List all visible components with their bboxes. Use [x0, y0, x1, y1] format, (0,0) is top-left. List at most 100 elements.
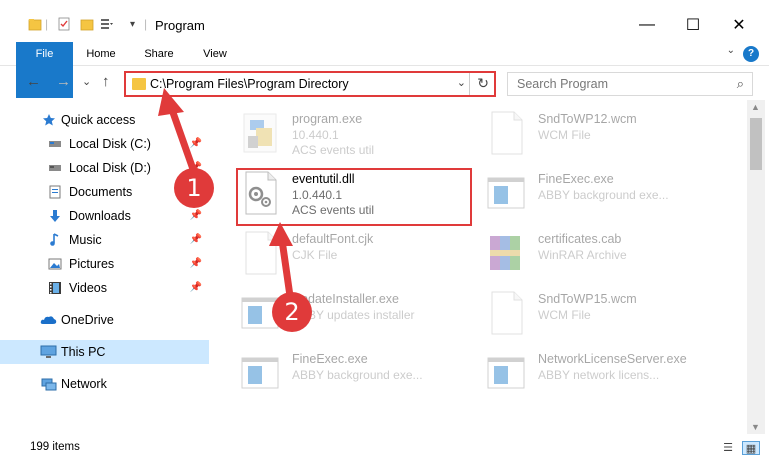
file-name: defaultFont.cjk [292, 232, 374, 246]
forward-button[interactable]: → [56, 73, 71, 90]
blank-file-icon [491, 291, 523, 335]
tab-share[interactable]: Share [136, 42, 182, 66]
pin-icon[interactable]: 📌 [190, 132, 202, 156]
quick-access-dropdown-icon[interactable]: ▾ [130, 19, 135, 30]
address-bar[interactable]: C:\Program Files\Program Directory ⌄ ↻ [124, 71, 496, 97]
sidebar-item-local-disk-c[interactable]: Local Disk (C:) 📌 [0, 132, 210, 156]
file-item[interactable]: FineExec.exe ABBY background exe... [484, 166, 724, 222]
file-item[interactable]: FineExec.exe ABBY background exe... [238, 346, 478, 402]
status-bar: 199 items ☰ ▦ [0, 434, 769, 470]
onedrive-icon [40, 316, 57, 324]
file-name: FineExec.exe [292, 352, 368, 366]
file-name: NetworkLicenseServer.exe [538, 352, 687, 366]
up-button[interactable]: ↑ [102, 73, 110, 90]
sidebar-item-quick-access[interactable]: Quick access [0, 108, 210, 132]
window-title: Program [155, 18, 205, 33]
pin-icon[interactable]: 📌 [190, 228, 202, 252]
maximize-button[interactable]: ☐ [678, 12, 708, 38]
exe-icon [243, 113, 277, 153]
file-detail: ABBY background exe... [292, 368, 423, 382]
title-separator: | [45, 17, 49, 31]
file-detail: CJK File [292, 248, 338, 262]
sidebar-item-label: Local Disk (D:) [69, 161, 151, 175]
file-item[interactable]: NetworkLicenseServer.exe ABBY network li… [484, 346, 724, 402]
navigation-pane: Quick access Local Disk (C:) 📌 Local Dis… [0, 100, 212, 434]
file-detail: ABBY network licens... [538, 368, 660, 382]
scroll-down-icon[interactable]: ▼ [751, 422, 760, 432]
folder-icon [132, 78, 146, 90]
highlight-frame [236, 168, 472, 226]
address-divider [469, 73, 470, 95]
file-detail: WCM File [538, 308, 591, 322]
navigation-bar: ← → ⌄ ↑ C:\Program Files\Program Directo… [0, 66, 769, 100]
sidebar-item-videos[interactable]: Videos 📌 [0, 276, 210, 300]
sidebar-item-network[interactable]: Network [0, 372, 210, 396]
sidebar-item-label: Quick access [61, 113, 136, 127]
drive-icon [49, 141, 61, 147]
sidebar-item-onedrive[interactable]: OneDrive [0, 308, 210, 332]
tab-home[interactable]: Home [78, 42, 124, 66]
help-button[interactable]: ? [743, 46, 759, 62]
videos-icon [49, 282, 61, 294]
sidebar-item-music[interactable]: Music 📌 [0, 228, 210, 252]
file-name: program.exe [292, 112, 363, 126]
vertical-scrollbar[interactable]: ▲ ▼ [747, 100, 765, 434]
app-window-icon [487, 177, 525, 209]
large-icons-view-icon[interactable]: ▦ [742, 441, 760, 455]
tab-view[interactable]: View [193, 42, 237, 66]
new-folder-icon[interactable] [80, 17, 94, 31]
blank-file-icon [491, 111, 523, 155]
scrollbar-thumb[interactable] [750, 118, 762, 170]
blank-file-icon [245, 231, 277, 275]
address-dropdown-icon[interactable]: ⌄ [457, 76, 466, 89]
sidebar-item-this-pc[interactable]: This PC [0, 340, 209, 364]
file-item[interactable]: SndToWP12.wcm WCM File [484, 106, 724, 162]
sidebar-item-label: Music [69, 233, 102, 247]
pc-icon [40, 345, 57, 358]
file-item[interactable]: program.exe 10.440.1 ACS events util [238, 106, 478, 162]
refresh-icon[interactable]: ↻ [477, 75, 489, 92]
sidebar-item-downloads[interactable]: Downloads 📌 [0, 204, 210, 228]
customize-quick-access-icon[interactable] [100, 17, 114, 31]
details-view-icon[interactable]: ☰ [719, 441, 737, 455]
drive-icon [49, 165, 61, 171]
folder-icon [28, 19, 42, 31]
app-window-icon [241, 357, 279, 389]
pin-icon[interactable]: 📌 [190, 252, 202, 276]
ribbon-tabs: File Home Share View ⌄ ? [0, 42, 769, 98]
file-item[interactable]: certificates.cab WinRAR Archive [484, 226, 724, 282]
close-button[interactable]: ✕ [724, 12, 754, 38]
archive-icon [490, 236, 520, 270]
file-item[interactable]: defaultFont.cjk CJK File [238, 226, 478, 282]
sidebar-item-label: Pictures [69, 257, 115, 271]
address-path[interactable]: C:\Program Files\Program Directory [150, 77, 349, 91]
sidebar-item-label: Documents [69, 185, 133, 199]
back-button[interactable]: ← [26, 73, 41, 90]
step-2-badge: 2 [272, 292, 312, 332]
search-box[interactable]: Search Program ⌕ [507, 72, 753, 96]
pin-icon[interactable]: 📌 [190, 276, 202, 300]
ribbon-collapse-icon[interactable]: ⌄ [727, 45, 735, 56]
file-name: SndToWP12.wcm [538, 112, 637, 126]
title-bar: | ▾ | Program — ☐ ✕ [0, 0, 769, 42]
file-name: FineExec.exe [538, 172, 614, 186]
search-input[interactable]: Search Program [517, 77, 608, 91]
minimize-button[interactable]: — [632, 12, 662, 38]
step-1-badge: 1 [174, 168, 214, 208]
pictures-icon [48, 258, 62, 270]
file-item[interactable]: SndToWP15.wcm WCM File [484, 286, 724, 342]
sidebar-item-label: This PC [61, 345, 106, 359]
recent-locations-icon[interactable]: ⌄ [82, 75, 91, 88]
sidebar-item-label: Local Disk (C:) [69, 137, 151, 151]
sidebar-item-pictures[interactable]: Pictures 📌 [0, 252, 210, 276]
music-icon [50, 233, 59, 246]
star-icon [43, 114, 55, 126]
item-count: 199 items [30, 441, 80, 453]
scroll-up-icon[interactable]: ▲ [751, 102, 760, 112]
properties-icon[interactable] [57, 17, 71, 31]
file-list: program.exe 10.440.1 ACS events util Snd… [212, 100, 747, 434]
file-name: SndToWP15.wcm [538, 292, 637, 306]
search-icon[interactable]: ⌕ [737, 76, 744, 92]
file-detail: WinRAR Archive [538, 248, 627, 262]
downloads-icon [50, 210, 60, 222]
